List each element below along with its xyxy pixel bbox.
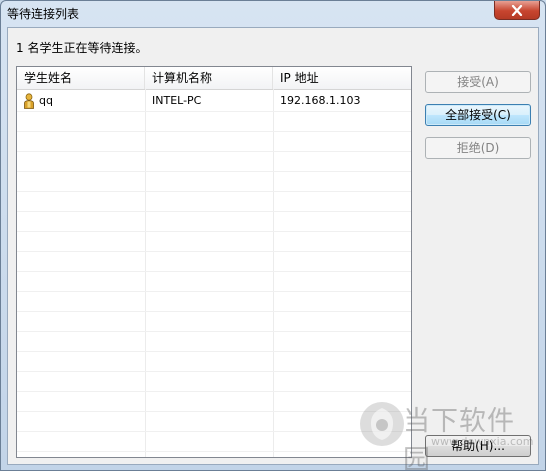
downxia-logo-icon bbox=[360, 402, 404, 446]
grid-divider bbox=[273, 89, 274, 457]
column-header-computer-name[interactable]: 计算机名称 bbox=[145, 67, 273, 89]
grid-row-line bbox=[17, 151, 411, 152]
cell-computer-name: INTEL-PC bbox=[152, 94, 202, 107]
grid-row-line bbox=[17, 451, 411, 452]
window-title: 等待连接列表 bbox=[7, 7, 80, 21]
close-button[interactable] bbox=[494, 1, 540, 20]
waiting-list[interactable]: 学生姓名 计算机名称 IP 地址 qq INTEL-PC 192.168.1.1… bbox=[16, 66, 412, 458]
dialog-window: 等待连接列表 1 名学生正在等待连接。 学生姓名 计算机名称 IP 地址 qq … bbox=[0, 0, 546, 471]
grid-row-line bbox=[17, 231, 411, 232]
cell-student-name: qq bbox=[39, 94, 53, 107]
title-bar[interactable]: 等待连接列表 bbox=[1, 1, 545, 27]
grid-row-line bbox=[17, 431, 411, 432]
reject-button[interactable]: 拒绝(D) bbox=[425, 137, 531, 159]
grid-row-line bbox=[17, 271, 411, 272]
grid-row-line bbox=[17, 311, 411, 312]
watermark-url: www.downxia.com bbox=[431, 435, 534, 448]
column-header-ip-address[interactable]: IP 地址 bbox=[273, 67, 411, 89]
grid-row-line bbox=[17, 351, 411, 352]
list-header: 学生姓名 计算机名称 IP 地址 bbox=[17, 67, 411, 90]
column-header-student-name[interactable]: 学生姓名 bbox=[17, 67, 145, 89]
grid-row-line bbox=[17, 111, 411, 112]
grid-row-line bbox=[17, 371, 411, 372]
cell-ip-address: 192.168.1.103 bbox=[280, 94, 361, 107]
table-row[interactable]: qq INTEL-PC 192.168.1.103 bbox=[17, 91, 411, 111]
accept-button[interactable]: 接受(A) bbox=[425, 71, 531, 93]
waiting-message: 1 名学生正在等待连接。 bbox=[16, 41, 148, 55]
grid-row-line bbox=[17, 291, 411, 292]
accept-all-button[interactable]: 全部接受(C) bbox=[425, 104, 531, 126]
watermark: 当下软件园 www.downxia.com bbox=[357, 397, 534, 470]
grid-row-line bbox=[17, 191, 411, 192]
grid-divider bbox=[145, 89, 146, 457]
close-icon bbox=[511, 4, 523, 16]
grid-row-line bbox=[17, 391, 411, 392]
student-icon bbox=[24, 93, 34, 109]
grid-row-line bbox=[17, 171, 411, 172]
grid-row-line bbox=[17, 131, 411, 132]
grid-row-line bbox=[17, 411, 411, 412]
grid-row-line bbox=[17, 211, 411, 212]
grid-row-line bbox=[17, 251, 411, 252]
grid-row-line bbox=[17, 331, 411, 332]
